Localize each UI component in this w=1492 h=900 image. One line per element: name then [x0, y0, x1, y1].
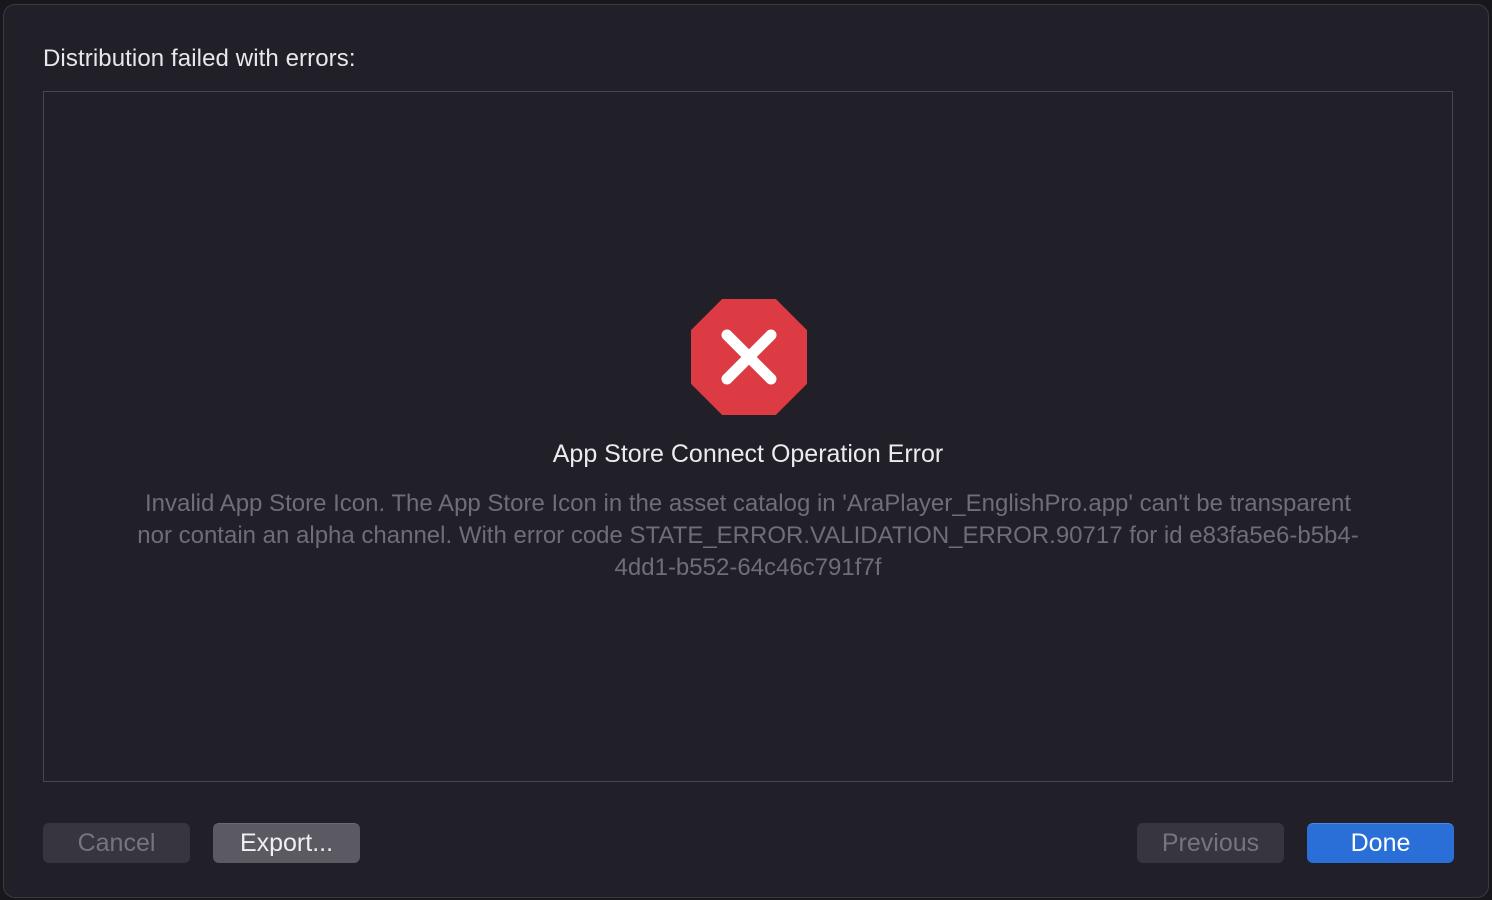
export-button[interactable]: Export... — [213, 823, 360, 863]
done-button[interactable]: Done — [1307, 823, 1454, 863]
distribution-error-sheet: Distribution failed with errors: App Sto… — [3, 4, 1489, 898]
sheet-header: Distribution failed with errors: — [43, 45, 356, 72]
error-content-panel: App Store Connect Operation Error Invali… — [43, 91, 1453, 782]
previous-button[interactable]: Previous — [1137, 823, 1284, 863]
error-octagon-x-icon — [689, 297, 809, 417]
error-title: App Store Connect Operation Error — [552, 440, 944, 468]
error-message: Invalid App Store Icon. The App Store Ic… — [137, 490, 1359, 581]
cancel-button[interactable]: Cancel — [43, 823, 190, 863]
